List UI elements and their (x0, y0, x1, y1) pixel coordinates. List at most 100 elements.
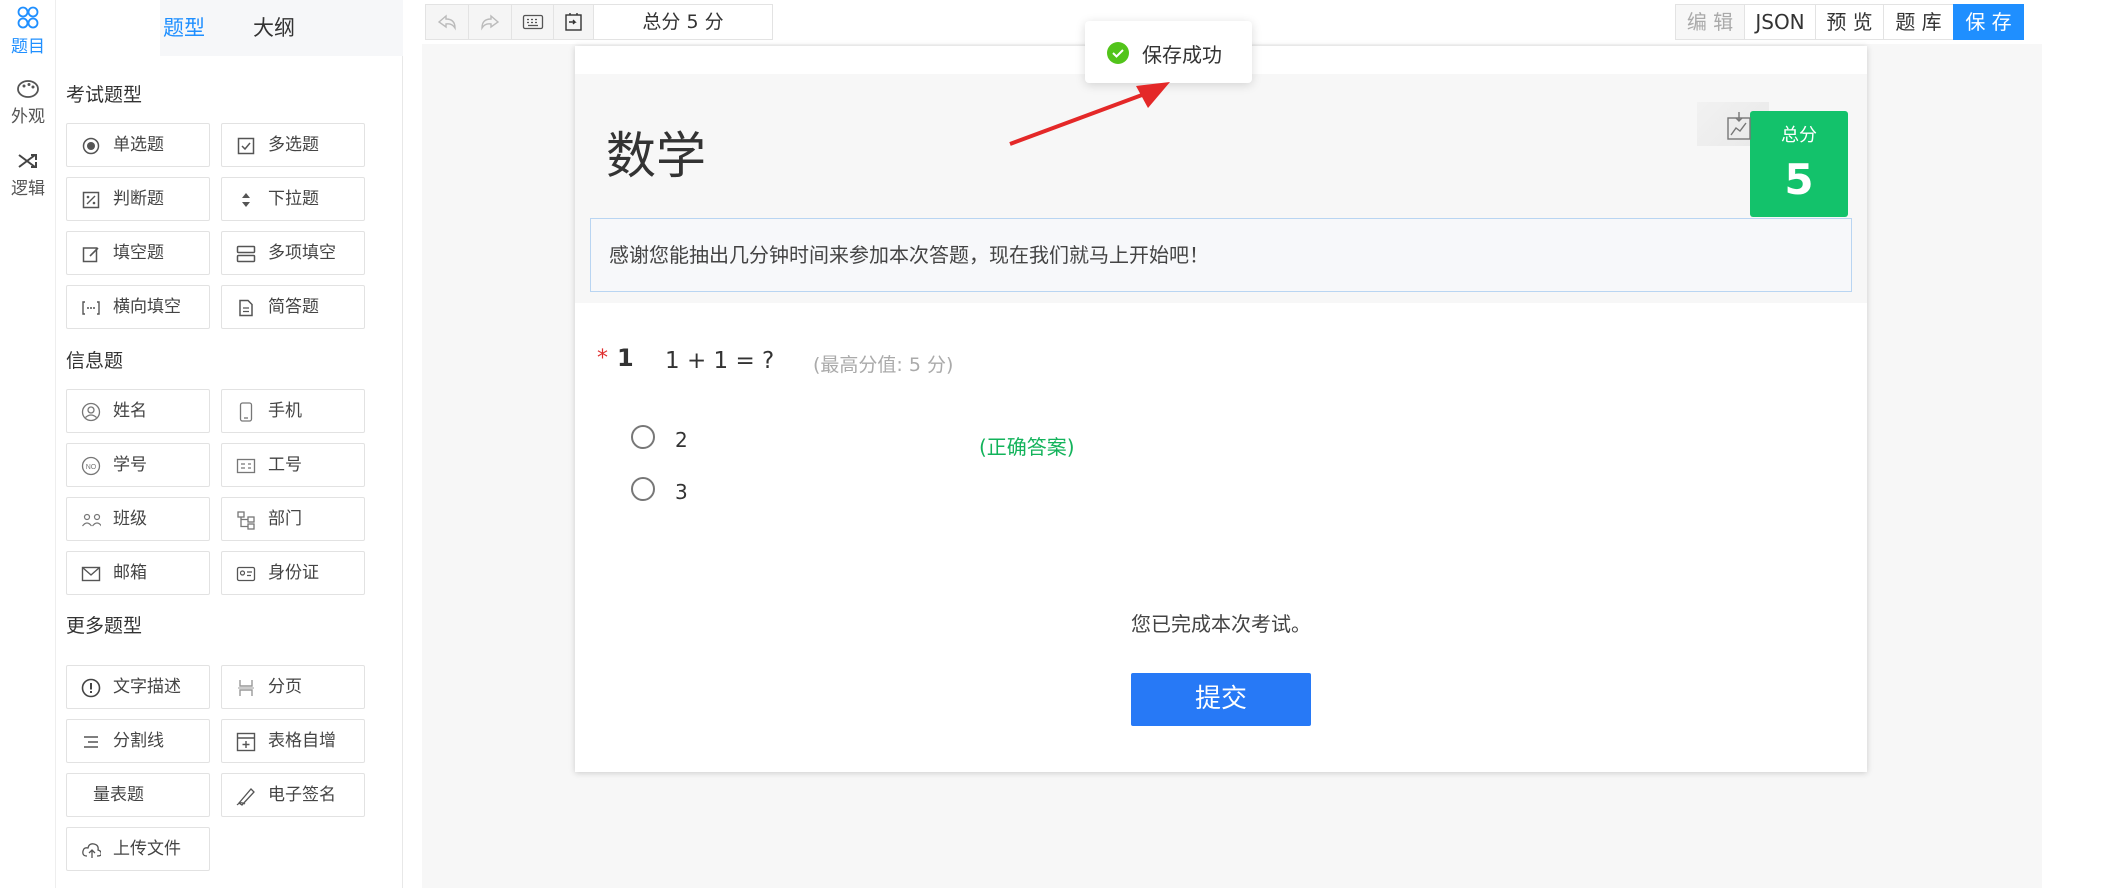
widget-label: 填空题 (113, 243, 164, 263)
question-bank-button[interactable]: 题 库 (1883, 4, 1954, 40)
required-mark: * (597, 346, 608, 371)
import-icon (564, 13, 582, 31)
tab-question-types[interactable]: 题型 (163, 10, 205, 46)
widget-name[interactable]: 姓名 (66, 389, 210, 433)
widget-dropdown[interactable]: 下拉题 (221, 177, 365, 221)
widget-label: 部门 (268, 509, 302, 529)
widget-label: 电子签名 (268, 785, 336, 805)
multi-fill-icon (236, 244, 256, 264)
class-icon (81, 510, 101, 530)
widget-label: 简答题 (268, 297, 319, 317)
keyboard-icon (522, 14, 543, 30)
divider-icon (81, 732, 101, 752)
correct-answer-tag: (正确答案) (979, 435, 1075, 459)
widget-label: 工号 (268, 455, 302, 475)
paper-title[interactable]: 数学 (606, 116, 706, 188)
widget-divider[interactable]: 分割线 (66, 719, 210, 763)
rail-label: 逻辑 (11, 179, 45, 199)
widget-judge[interactable]: 判断题 (66, 177, 210, 221)
keyboard-button[interactable] (511, 4, 554, 40)
json-button[interactable]: JSON (1744, 4, 1816, 40)
submit-button[interactable]: 提交 (1131, 673, 1311, 726)
id-badge-icon (236, 456, 256, 476)
widget-inline-fill[interactable]: 横向填空 (66, 285, 210, 329)
widget-label: 表格自增 (268, 731, 336, 751)
chart-download-icon[interactable] (1726, 112, 1754, 142)
widget-label: 班级 (113, 509, 147, 529)
score-badge: 总分 5 (1750, 111, 1848, 217)
redo-button[interactable] (468, 4, 512, 40)
question-text[interactable]: 1 + 1 = ? (665, 348, 774, 374)
edit-icon (81, 244, 101, 264)
widget-label: 邮箱 (113, 563, 147, 583)
upload-cloud-icon (81, 840, 101, 860)
preview-button[interactable]: 预 览 (1815, 4, 1884, 40)
widget-table-add[interactable]: 表格自增 (221, 719, 365, 763)
widget-label: 多项填空 (268, 243, 336, 263)
widget-id-card[interactable]: 身份证 (221, 551, 365, 595)
widget-scale[interactable]: 量表题 (66, 773, 210, 817)
user-icon (81, 402, 101, 422)
table-add-icon (236, 732, 256, 752)
widget-label: 分页 (268, 677, 302, 697)
shuffle-icon (18, 154, 37, 168)
widget-page-break[interactable]: 分页 (221, 665, 365, 709)
edit-button[interactable]: 编 辑 (1675, 4, 1745, 40)
widget-student-no[interactable]: NO 学号 (66, 443, 210, 487)
widget-class[interactable]: 班级 (66, 497, 210, 541)
toast-text: 保存成功 (1142, 43, 1222, 67)
widget-department[interactable]: 部门 (221, 497, 365, 541)
undo-button[interactable] (425, 4, 469, 40)
widget-label: 横向填空 (113, 297, 181, 317)
widget-label: 学号 (113, 455, 147, 475)
widget-text-desc[interactable]: 文字描述 (66, 665, 210, 709)
widget-employee-no[interactable]: 工号 (221, 443, 365, 487)
option-radio[interactable] (631, 477, 655, 501)
rail-label: 外观 (11, 107, 45, 127)
rail-item-questions[interactable]: 题目 (0, 6, 56, 57)
widget-label: 下拉题 (268, 189, 319, 209)
student-no-icon: NO (81, 456, 101, 476)
annotation-arrow-icon (1009, 82, 1170, 146)
option-radio[interactable] (631, 425, 655, 449)
mail-icon (81, 564, 101, 584)
question-max-score: (最高分值: 5 分) (813, 354, 954, 376)
svg-text:NO: NO (86, 464, 97, 471)
exam-paper: 数学 总分 5 感谢您能抽出几分钟时间来参加本次答题，现在我们就马上开始吧！ *… (575, 46, 1867, 772)
org-chart-icon (236, 510, 256, 530)
option-text[interactable]: 3 (675, 480, 688, 504)
widget-fill-blank[interactable]: 填空题 (66, 231, 210, 275)
right-gutter (2044, 0, 2110, 888)
radio-icon (81, 136, 101, 156)
score-badge-value: 5 (1784, 155, 1814, 204)
option-text[interactable]: 2 (675, 428, 688, 452)
section-title-exam-types: 考试题型 (66, 84, 143, 106)
import-button[interactable] (553, 4, 594, 40)
widget-email[interactable]: 邮箱 (66, 551, 210, 595)
widget-label: 判断题 (113, 189, 164, 209)
widget-short-answer[interactable]: 简答题 (221, 285, 365, 329)
dropdown-icon (236, 190, 256, 210)
paper-description[interactable]: 感谢您能抽出几分钟时间来参加本次答题，现在我们就马上开始吧！ (590, 218, 1852, 292)
widget-label: 多选题 (268, 135, 319, 155)
save-button[interactable]: 保 存 (1953, 4, 2024, 40)
widget-signature[interactable]: 电子签名 (221, 773, 365, 817)
widget-phone[interactable]: 手机 (221, 389, 365, 433)
widget-multi-fill[interactable]: 多项填空 (221, 231, 365, 275)
palette-icon (17, 80, 39, 98)
rail-item-logic[interactable]: 逻辑 (0, 150, 56, 199)
widget-single-choice[interactable]: 单选题 (66, 123, 210, 167)
widget-multi-choice[interactable]: 多选题 (221, 123, 365, 167)
rail-item-appearance[interactable]: 外观 (0, 78, 56, 127)
icon-rail: 题目 外观 逻辑 (0, 0, 56, 888)
questions-icon (17, 6, 39, 29)
info-icon (81, 678, 101, 698)
tab-outline[interactable]: 大纲 (253, 10, 295, 46)
widget-upload-file[interactable]: 上传文件 (66, 827, 210, 871)
widget-label: 分割线 (113, 731, 164, 751)
id-card-icon (236, 564, 256, 584)
rail-label: 题目 (11, 37, 45, 57)
widget-label: 手机 (268, 401, 302, 421)
finish-message: 您已完成本次考试。 (1131, 612, 1311, 636)
signature-icon (236, 786, 256, 806)
